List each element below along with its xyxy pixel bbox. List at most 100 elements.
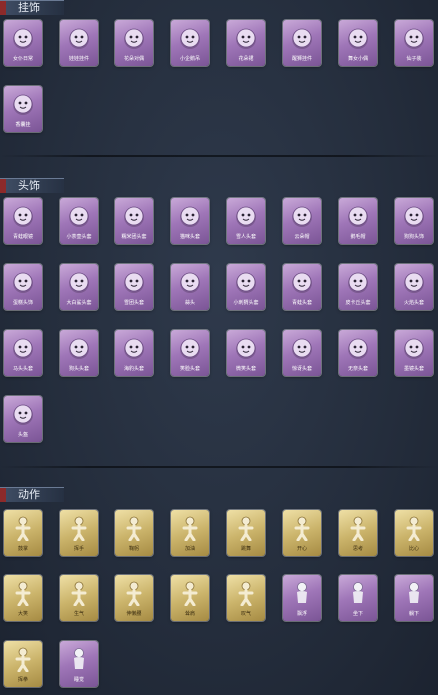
- pose-icon: [406, 516, 422, 541]
- item-label: 惊讶头套: [291, 366, 312, 372]
- pendant-item[interactable]: 女仆日常: [4, 20, 42, 66]
- action-item[interactable]: 生气: [60, 575, 98, 621]
- item-label: 飘浮: [296, 611, 307, 617]
- action-item[interactable]: 伸懒腰: [115, 575, 153, 621]
- action-item[interactable]: 躺下: [395, 575, 433, 621]
- headwear-item[interactable]: 皮卡丘头套: [339, 264, 377, 310]
- action-item[interactable]: 睡觉: [60, 641, 98, 687]
- action-item[interactable]: 思考: [339, 510, 377, 556]
- headwear-item[interactable]: 猫咪头套: [171, 198, 209, 244]
- penguin-icon: [180, 28, 200, 49]
- headwear-item[interactable]: 火焰头套: [395, 264, 433, 310]
- pendant-item[interactable]: 小企鹅吊: [171, 20, 209, 66]
- action-item[interactable]: 挥手: [60, 510, 98, 556]
- item-label: 耸肩: [184, 611, 195, 617]
- headwear-item[interactable]: 鹅毛帽: [339, 198, 377, 244]
- headwear-item[interactable]: 小刺猬头套: [227, 264, 265, 310]
- pendant-item[interactable]: 花朵裙: [227, 20, 265, 66]
- headwear-item[interactable]: 微笑头套: [227, 330, 265, 376]
- action-item[interactable]: 鼓掌: [4, 510, 42, 556]
- headwear-item[interactable]: 云朵帽: [283, 198, 321, 244]
- ghost-pose-icon: [353, 582, 363, 603]
- item-label: 伸懒腰: [126, 611, 142, 617]
- item-label: 云朵帽: [294, 234, 310, 240]
- item-label: 雪团头套: [123, 300, 144, 306]
- item-label: 叹气: [240, 611, 251, 617]
- pose-icon: [350, 516, 366, 541]
- pendant-item[interactable]: 舞女小偶: [339, 20, 377, 66]
- pose-icon: [126, 516, 142, 541]
- section-title: 头饰: [18, 179, 40, 192]
- item-label: 蒜头: [184, 300, 195, 306]
- action-item[interactable]: 大笑: [4, 575, 42, 621]
- action-item[interactable]: 开心: [283, 510, 321, 556]
- lion-icon: [292, 28, 312, 49]
- sunglasses-icon: [404, 338, 424, 359]
- flower-dress-icon: [236, 28, 256, 49]
- action-item[interactable]: 加油: [171, 510, 209, 556]
- headwear-item[interactable]: 小茶壶头套: [60, 198, 98, 244]
- headwear-item[interactable]: 狗狗头饰: [395, 198, 433, 244]
- cloud-icon: [292, 206, 312, 227]
- pose-icon: [15, 581, 31, 606]
- item-label: 狗头头套: [68, 366, 89, 372]
- pendant-item[interactable]: 醒狮挂件: [283, 20, 321, 66]
- action-item[interactable]: 飘浮: [283, 575, 321, 621]
- action-item[interactable]: 坐下: [339, 575, 377, 621]
- pose-icon: [294, 516, 310, 541]
- headwear-item[interactable]: 海豹头套: [115, 330, 153, 376]
- headwear-item[interactable]: 青蛙眼镜: [4, 198, 42, 244]
- headwear-item[interactable]: 大白鲨头套: [60, 264, 98, 310]
- item-label: 蛋糕头饰: [12, 300, 33, 306]
- section-marker: [0, 488, 6, 502]
- ghost-pose-icon: [409, 582, 419, 603]
- item-label: 鞠躬: [128, 546, 139, 552]
- item-label: 大白鲨头套: [66, 300, 92, 306]
- headwear-item[interactable]: 糯米团头套: [115, 198, 153, 244]
- headwear-item[interactable]: 青蛙头套: [283, 264, 321, 310]
- item-label: 仙子装: [406, 56, 422, 62]
- dog-head-icon: [404, 206, 424, 227]
- item-label: 挥拳: [17, 677, 28, 683]
- headwear-item[interactable]: 墨镜头套: [395, 330, 433, 376]
- item-label: 青蛙头套: [291, 300, 312, 306]
- item-label: 无奈头套: [347, 366, 368, 372]
- doll-icon: [13, 28, 33, 49]
- action-item[interactable]: 鞠躬: [115, 510, 153, 556]
- green-frog-icon: [292, 272, 312, 293]
- item-label: 睡觉: [73, 677, 84, 683]
- headwear-item[interactable]: 雪团头套: [115, 264, 153, 310]
- item-label: 花朵裙: [238, 56, 254, 62]
- pendant-item[interactable]: 香囊挂: [4, 86, 42, 132]
- headwear-item[interactable]: 雪人头套: [227, 198, 265, 244]
- pendant-item[interactable]: 花朵对偶: [115, 20, 153, 66]
- action-item[interactable]: 叹气: [227, 575, 265, 621]
- item-label: 小企鹅吊: [179, 56, 200, 62]
- item-label: 鼓掌: [17, 546, 28, 552]
- headwear-item[interactable]: 狗头头套: [60, 330, 98, 376]
- item-label: 开心: [296, 546, 307, 552]
- pendant-item[interactable]: 娃娃挂件: [60, 20, 98, 66]
- action-item[interactable]: 挥拳: [4, 641, 42, 687]
- headwear-item[interactable]: 头盔: [4, 396, 42, 442]
- item-label: 青蛙眼镜: [12, 234, 33, 240]
- item-label: 躺下: [408, 611, 419, 617]
- headwear-item[interactable]: 马头头套: [4, 330, 42, 376]
- headwear-item[interactable]: 笑脸头套: [171, 330, 209, 376]
- headwear-item[interactable]: 惊讶头套: [283, 330, 321, 376]
- pose-icon: [182, 581, 198, 606]
- girl-doll-icon: [69, 28, 89, 49]
- action-item[interactable]: 耸肩: [171, 575, 209, 621]
- item-label: 生气: [73, 611, 84, 617]
- item-label: 小茶壶头套: [66, 234, 92, 240]
- headwear-item[interactable]: 蒜头: [171, 264, 209, 310]
- action-item[interactable]: 比心: [395, 510, 433, 556]
- action-item[interactable]: 跳舞: [227, 510, 265, 556]
- headwear-item[interactable]: 蛋糕头饰: [4, 264, 42, 310]
- cat-head-icon: [180, 206, 200, 227]
- helmet-icon: [13, 404, 33, 425]
- pendant-item[interactable]: 仙子装: [395, 20, 433, 66]
- item-label: 舞女小偶: [347, 56, 368, 62]
- seal-icon: [124, 338, 144, 359]
- headwear-item[interactable]: 无奈头套: [339, 330, 377, 376]
